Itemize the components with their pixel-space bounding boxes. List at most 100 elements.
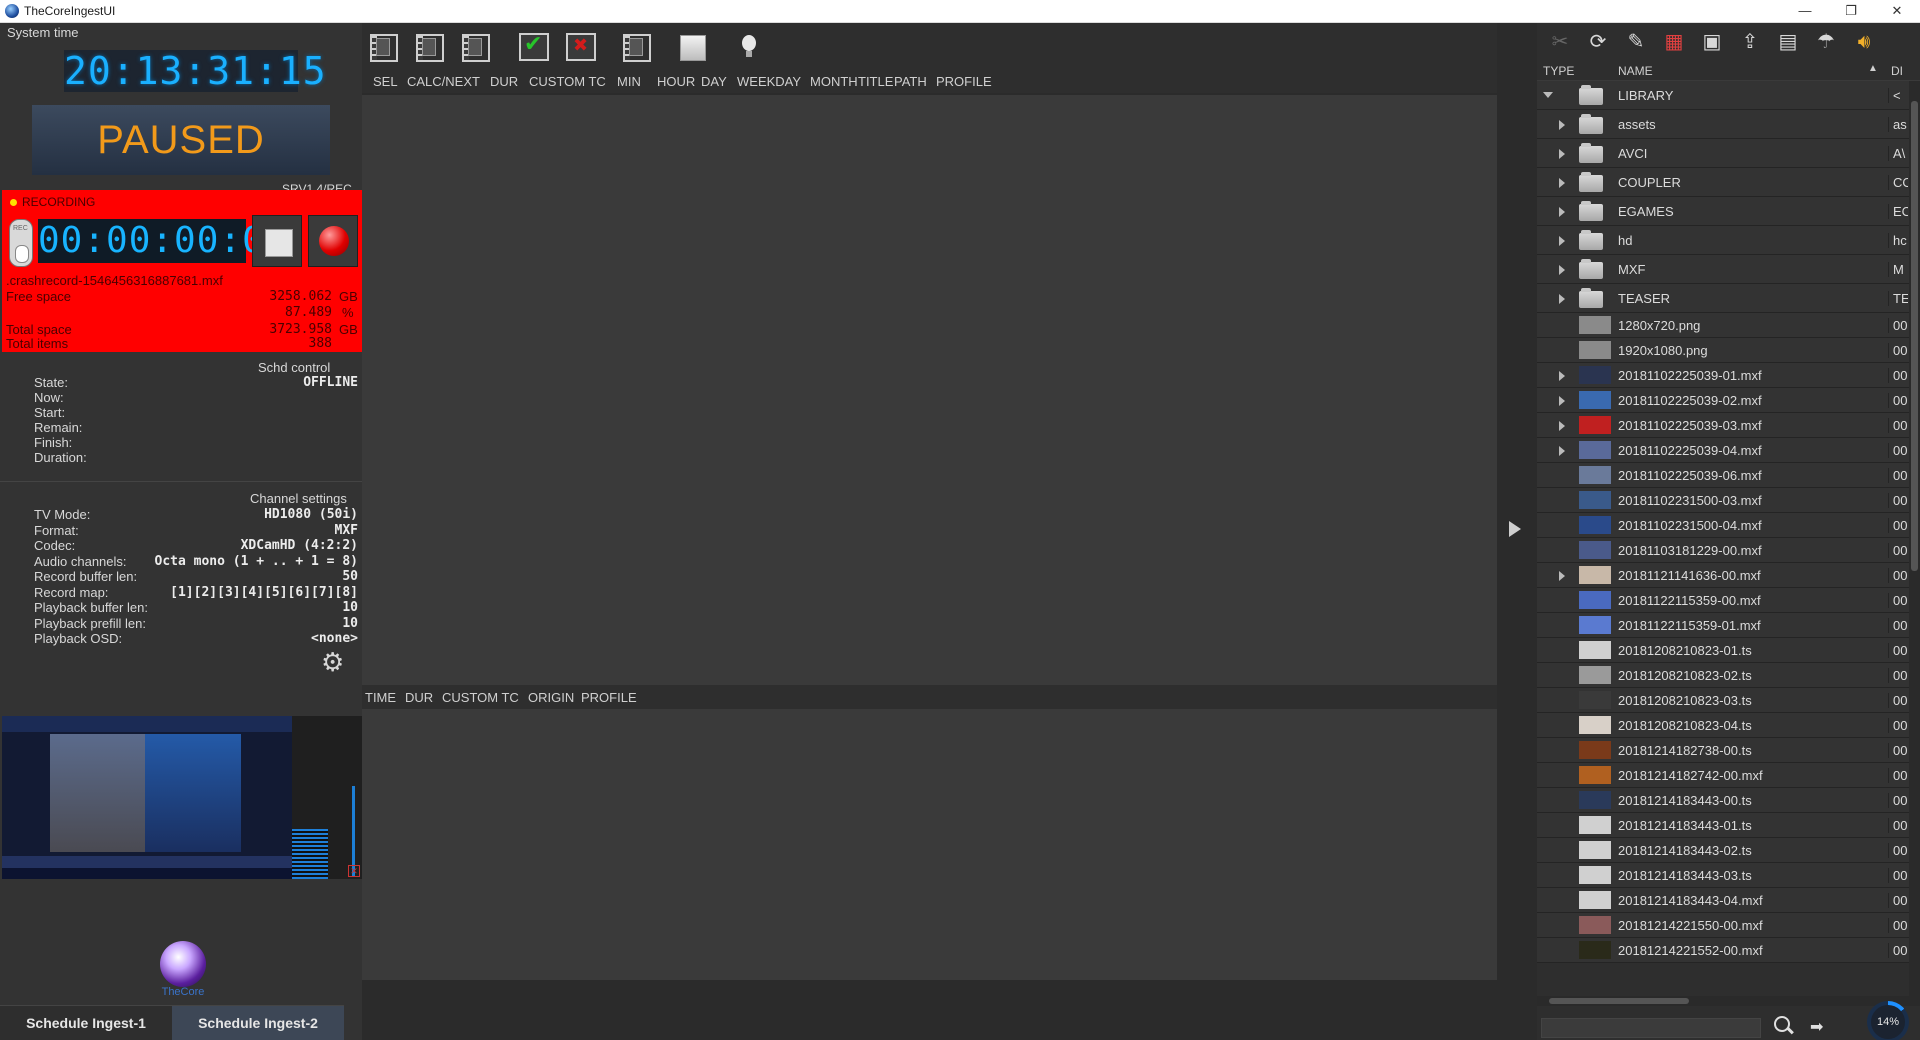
column-header[interactable]: DAY [701,74,727,89]
name-column-header[interactable]: NAME [1618,64,1653,78]
library-file-row[interactable]: 20181214182738-00.ts 00 [1537,738,1909,763]
library-file-row[interactable]: 20181208210823-01.ts 00 [1537,638,1909,663]
column-header[interactable]: WEEKDAY [737,74,801,89]
volume-slider[interactable] [352,786,355,876]
column-header[interactable]: CUSTOM TC [529,74,606,89]
clip-settings-icon[interactable] [621,33,651,62]
library-file-row[interactable]: 20181214183443-01.ts 00 [1537,813,1909,838]
expand-closed-icon[interactable] [1559,119,1565,130]
insert-clip-icon[interactable] [414,33,444,62]
library-file-row[interactable]: 20181214221552-00.mxf 00 [1537,938,1909,963]
library-file-row[interactable]: 20181102225039-06.mxf 00 [1537,463,1909,488]
library-file-row[interactable]: 20181214221550-00.mxf 00 [1537,913,1909,938]
library-folder-row[interactable]: AVCI A\ [1537,139,1909,168]
library-file-row[interactable]: 20181102231500-03.mxf 00 [1537,488,1909,513]
speaker-icon[interactable]: 🔊︎ [1851,29,1877,55]
library-file-row[interactable]: 20181214183443-00.ts 00 [1537,788,1909,813]
library-folder-row[interactable]: TEASER TE [1537,284,1909,313]
type-column-header[interactable]: TYPE [1543,64,1574,78]
export-icon[interactable]: ⇪ [1737,29,1763,55]
archive-icon[interactable]: ▤ [1775,29,1801,55]
column-header[interactable]: PATH [894,74,927,89]
library-file-row[interactable]: 20181208210823-02.ts 00 [1537,663,1909,688]
check-icon[interactable] [519,31,549,61]
stop-button[interactable] [252,215,302,267]
search-icon[interactable] [1771,1013,1797,1039]
expand-closed-icon[interactable] [1559,264,1565,275]
library-file-row[interactable]: 20181102231500-04.mxf 00 [1537,513,1909,538]
library-file-row[interactable]: 20181102225039-04.mxf 00 [1537,438,1909,463]
library-file-row[interactable]: 20181102225039-01.mxf 00 [1537,363,1909,388]
settings-gear-icon[interactable]: ⚙ [321,649,344,675]
library-folder-row[interactable]: MXF M [1537,255,1909,284]
refresh-icon[interactable]: ⟳ [1585,29,1611,55]
record-button[interactable] [308,215,358,267]
scrollbar-thumb[interactable] [1911,101,1918,571]
library-search-input[interactable] [1541,1018,1761,1038]
column-header[interactable]: PROFILE [581,690,637,705]
rec-toggle-switch[interactable]: REC [9,219,33,267]
library-file-row[interactable]: 20181214183443-02.ts 00 [1537,838,1909,863]
expand-open-icon[interactable] [1543,92,1553,98]
library-file-row[interactable]: 20181102225039-02.mxf 00 [1537,388,1909,413]
library-file-row[interactable]: 20181208210823-04.ts 00 [1537,713,1909,738]
edit-clip-icon[interactable] [460,33,490,62]
column-header[interactable]: TIME [365,690,396,705]
library-file-row[interactable]: 20181122115359-00.mxf 00 [1537,588,1909,613]
column-header[interactable]: MONTH [810,74,858,89]
library-file-row[interactable]: 20181208210823-03.ts 00 [1537,688,1909,713]
library-file-row[interactable]: 20181214183443-03.ts 00 [1537,863,1909,888]
horizontal-scrollbar[interactable] [1537,996,1920,1006]
di-column-header[interactable]: DI [1891,64,1903,78]
column-header[interactable]: HOUR [657,74,695,89]
column-header[interactable]: MIN [617,74,641,89]
column-header[interactable]: ORIGIN [528,690,574,705]
vertical-scrollbar[interactable] [1909,81,1920,996]
expand-closed-icon[interactable] [1559,570,1565,581]
add-clip-icon[interactable] [368,33,398,62]
go-arrow-icon[interactable]: ➡ [1810,1017,1823,1037]
column-header[interactable]: DUR [490,74,518,89]
expand-closed-icon[interactable] [1559,206,1565,217]
library-folder-row[interactable]: COUPLER CO [1537,168,1909,197]
library-file-row[interactable]: 1920x1080.png 00 [1537,338,1909,363]
column-header[interactable]: CALC/NEXT [407,74,480,89]
expand-closed-icon[interactable] [1559,395,1565,406]
restore-button[interactable]: ❐ [1828,0,1874,23]
expand-closed-icon[interactable] [1559,235,1565,246]
mute-close-icon[interactable]: ✕ [348,865,360,877]
cut-icon[interactable]: ✂ [1547,29,1573,55]
bulb-icon[interactable] [734,33,764,61]
sort-asc-icon[interactable]: ▲ [1868,63,1878,74]
column-header[interactable]: PROFILE [936,74,992,89]
library-file-row[interactable]: 1280x720.png 00 [1537,313,1909,338]
expand-closed-icon[interactable] [1559,445,1565,456]
new-folder-icon[interactable]: ▣ [1699,29,1725,55]
library-file-row[interactable]: 20181102225039-03.mxf 00 [1537,413,1909,438]
tab-schedule-ingest-1[interactable]: Schedule Ingest-1 [0,1005,172,1040]
expand-closed-icon[interactable] [1559,420,1565,431]
column-header[interactable]: DUR [405,690,433,705]
tab-schedule-ingest-2[interactable]: Schedule Ingest-2 [172,1005,344,1040]
delete-icon[interactable] [566,33,596,61]
library-file-row[interactable]: 20181122115359-01.mxf 00 [1537,613,1909,638]
library-folder-row[interactable]: EGAMES EC [1537,197,1909,226]
library-file-row[interactable]: 20181103181229-00.mxf 00 [1537,538,1909,563]
hscrollbar-thumb[interactable] [1549,998,1689,1004]
library-file-row[interactable]: 20181121141636-00.mxf 00 [1537,563,1909,588]
library-file-row[interactable]: 20181214182742-00.mxf 00 [1537,763,1909,788]
column-header[interactable]: CUSTOM TC [442,690,519,705]
library-folder-row[interactable]: hd hc [1537,226,1909,255]
expand-closed-icon[interactable] [1559,370,1565,381]
minimize-button[interactable]: — [1782,0,1828,23]
blank-icon[interactable] [680,35,706,61]
close-button[interactable]: ✕ [1874,0,1920,23]
library-file-row[interactable]: 20181214183443-04.mxf 00 [1537,888,1909,913]
schedule-list-area[interactable] [362,95,1497,685]
delete-clip-icon[interactable]: ▦ [1661,29,1687,55]
rename-icon[interactable]: ✎ [1623,29,1649,55]
expand-closed-icon[interactable] [1559,177,1565,188]
expand-closed-icon[interactable] [1559,293,1565,304]
network-icon[interactable]: ☂ [1813,29,1839,55]
column-header[interactable]: SEL [373,74,398,89]
